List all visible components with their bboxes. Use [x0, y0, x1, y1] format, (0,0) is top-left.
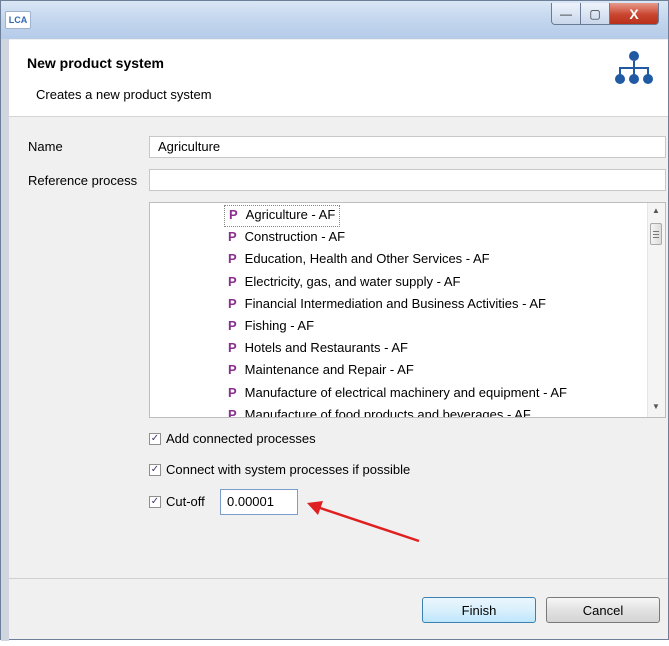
process-label: Manufacture of electrical machinery and …: [244, 384, 567, 400]
left-edge: [1, 39, 9, 641]
connect-system-option[interactable]: ✓ Connect with system processes if possi…: [149, 462, 410, 477]
reference-process-field[interactable]: [149, 169, 666, 191]
add-connected-label: Add connected processes: [166, 431, 316, 446]
process-list[interactable]: P Agriculture - AF P Construction - AF P Educ…: [149, 202, 666, 418]
process-icon: P: [228, 362, 237, 378]
page-description: Creates a new product system: [36, 87, 212, 102]
process-label: Manufacture of food products and beverag…: [244, 406, 531, 418]
process-icon: P: [228, 406, 237, 418]
scroll-thumb[interactable]: [650, 223, 662, 245]
process-label: Financial Intermediation and Business Ac…: [244, 295, 546, 311]
page-title: New product system: [27, 55, 164, 71]
minimize-button[interactable]: —: [551, 3, 581, 25]
header-panel: New product system Creates a new product…: [9, 40, 668, 117]
cutoff-checkbox[interactable]: ✓: [149, 495, 161, 508]
process-label: Maintenance and Repair - AF: [244, 362, 414, 378]
add-connected-checkbox[interactable]: ✓: [149, 432, 161, 445]
connect-system-label: Connect with system processes if possibl…: [166, 462, 411, 477]
button-bar-divider: [9, 578, 668, 579]
scroll-down-icon[interactable]: ▼: [652, 402, 660, 411]
cancel-button[interactable]: Cancel: [546, 597, 660, 623]
dialog-window: LCA — ▢ X New product system Creates a n…: [0, 0, 669, 641]
finish-button[interactable]: Finish: [422, 597, 536, 623]
close-button[interactable]: X: [609, 3, 659, 25]
annotation-arrow: [307, 501, 420, 543]
title-bar[interactable]: LCA — ▢ X: [1, 1, 668, 39]
process-label: Education, Health and Other Services - A…: [244, 251, 490, 267]
cutoff-input[interactable]: 0.00001: [220, 489, 298, 515]
list-item[interactable]: P Education, Health and Other Services - …: [224, 249, 494, 269]
list-item[interactable]: P Maintenance and Repair - AF: [224, 360, 418, 380]
list-item[interactable]: P Agriculture - AF: [224, 205, 341, 227]
process-label: Electricity, gas, and water supply - AF: [244, 273, 461, 289]
list-item[interactable]: P Fishing - AF: [224, 316, 318, 336]
name-label: Name: [28, 139, 63, 154]
list-item[interactable]: P Construction - AF: [224, 227, 349, 247]
app-icon: LCA: [5, 11, 31, 29]
list-item[interactable]: P Hotels and Restaurants - AF: [224, 338, 412, 358]
cutoff-label: Cut-off: [166, 494, 205, 509]
process-icon: P: [228, 384, 237, 400]
add-connected-option[interactable]: ✓ Add connected processes: [149, 431, 316, 446]
process-icon: P: [228, 340, 237, 356]
cutoff-option[interactable]: ✓ Cut-off: [149, 494, 205, 509]
scrollbar[interactable]: ▲ ▼: [647, 203, 665, 417]
scroll-up-icon[interactable]: ▲: [652, 206, 660, 215]
list-item[interactable]: P Manufacture of electrical machinery and…: [224, 383, 571, 403]
process-icon: P: [228, 295, 237, 311]
name-field[interactable]: Agriculture: [149, 136, 666, 158]
maximize-button[interactable]: ▢: [580, 3, 610, 25]
process-label: Agriculture - AF: [245, 207, 336, 222]
process-label: Fishing - AF: [244, 318, 315, 333]
process-icon: P: [229, 207, 238, 222]
reference-process-label: Reference process: [28, 173, 138, 188]
list-item[interactable]: P Manufacture of food products and bevera…: [224, 405, 535, 418]
process-icon: P: [228, 251, 237, 267]
process-icon: P: [228, 318, 237, 333]
process-label: Hotels and Restaurants - AF: [244, 340, 408, 356]
connect-system-checkbox[interactable]: ✓: [149, 463, 161, 476]
list-item[interactable]: P Electricity, gas, and water supply - AF: [224, 272, 464, 292]
process-label: Construction - AF: [244, 229, 346, 245]
hierarchy-icon: [615, 51, 653, 84]
process-icon: P: [228, 273, 237, 289]
process-icon: P: [228, 229, 237, 245]
list-item[interactable]: P Financial Intermediation and Business A…: [224, 294, 550, 314]
